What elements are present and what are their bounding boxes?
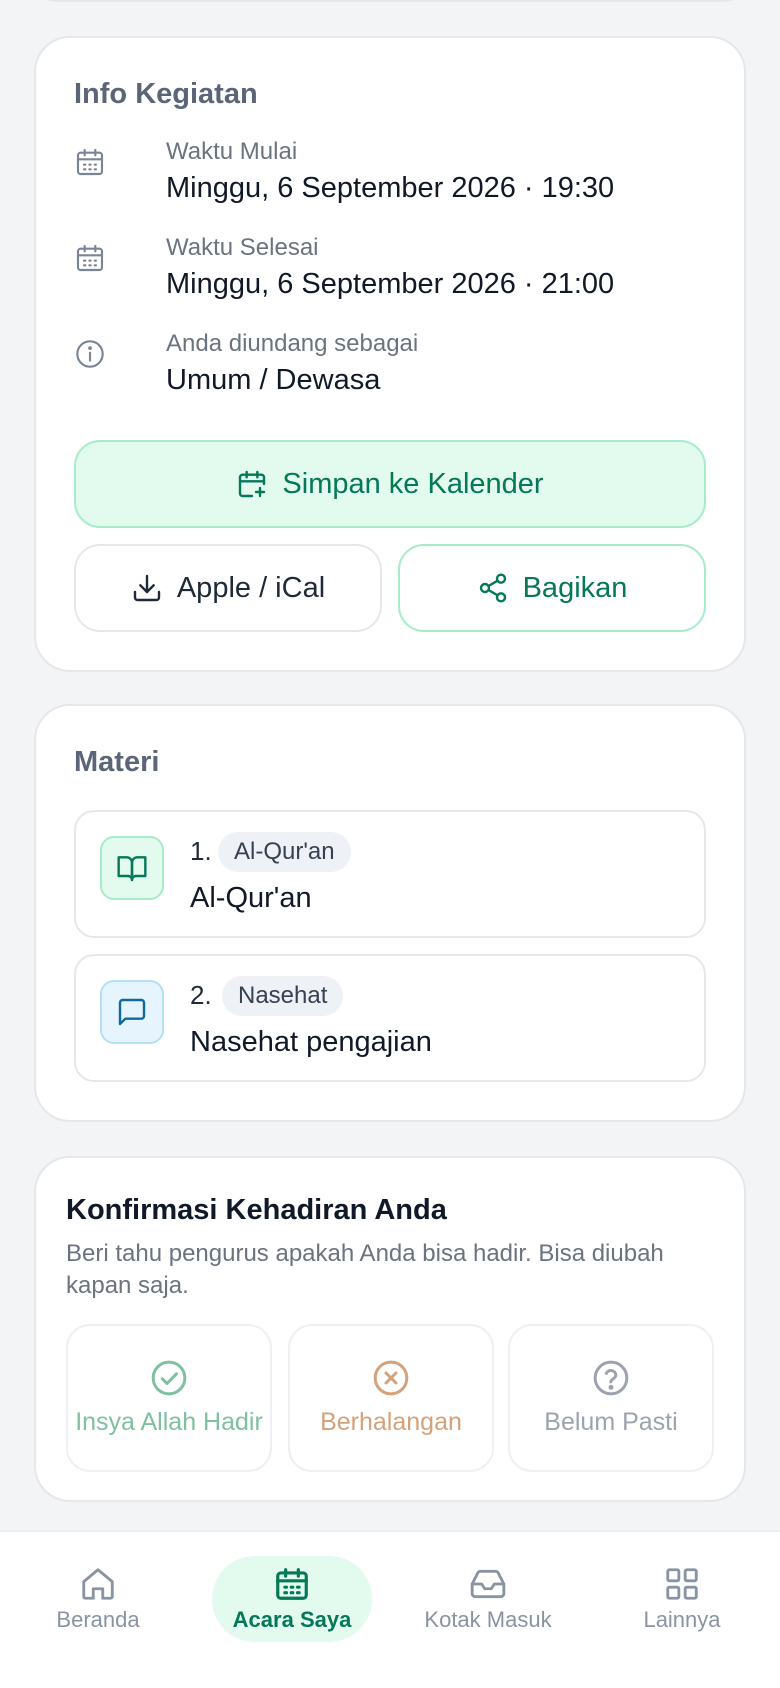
materi-number: 1.	[190, 836, 212, 866]
home-icon	[82, 1568, 114, 1600]
invite-role-value: Umum / Dewasa	[166, 364, 381, 396]
save-to-calendar-label: Simpan ke Kalender	[282, 467, 544, 500]
materi-number: 2.	[190, 980, 212, 1010]
event-info-title: Info Kegiatan	[74, 78, 258, 110]
materi-tag: Al-Qur'an	[218, 832, 351, 872]
book-open-icon	[100, 836, 164, 900]
nav-item-lainnya[interactable]: Lainnya	[602, 1556, 762, 1642]
end-time-value: Minggu, 6 September 2026 · 21:00	[166, 268, 615, 300]
download-icon	[133, 574, 161, 602]
unsure-option-label: Belum Pasti	[544, 1408, 678, 1436]
check-circle-icon	[151, 1360, 187, 1396]
help-circle-icon	[593, 1360, 629, 1396]
nav-item-beranda[interactable]: Beranda	[18, 1556, 178, 1642]
end-time-row: Waktu Selesai Minggu, 6 September 2026 ·…	[74, 234, 714, 314]
materi-tag: Nasehat	[222, 976, 344, 1016]
end-time-label: Waktu Selesai	[166, 234, 319, 261]
attendance-description: Beri tahu pengurus apakah Anda bisa hadi…	[66, 1240, 664, 1299]
nav-label: Kotak Masuk	[424, 1607, 552, 1632]
calendar-icon	[74, 146, 106, 178]
calendar-icon	[276, 1568, 308, 1600]
nav-item-kotak-masuk[interactable]: Kotak Masuk	[408, 1556, 568, 1642]
list-item[interactable]: 1. Al-Qur'an Al-Qur'an	[74, 810, 706, 938]
invite-role-label: Anda diundang sebagai	[166, 330, 419, 357]
absent-option-button[interactable]: Berhalangan	[288, 1324, 494, 1472]
save-to-calendar-button[interactable]: Simpan ke Kalender	[74, 440, 706, 528]
attendance-card: Konfirmasi Kehadiran Anda Beri tahu peng…	[34, 1156, 746, 1502]
attend-option-label: Insya Allah Hadir	[75, 1408, 263, 1436]
invite-role-row: Anda diundang sebagai Umum / Dewasa	[74, 330, 714, 410]
share-label: Bagikan	[522, 571, 628, 604]
absent-option-label: Berhalangan	[320, 1408, 462, 1436]
nav-label: Acara Saya	[232, 1607, 352, 1632]
event-info-card: Info Kegiatan Waktu Mulai Minggu, 6 Sept…	[34, 36, 746, 672]
share-button[interactable]: Bagikan	[398, 544, 706, 632]
message-square-icon	[100, 980, 164, 1044]
previous-card-edge	[34, 0, 746, 2]
materi-card: Materi 1. Al-Qur'an Al-Qur'an 2. Nasehat…	[34, 704, 746, 1122]
materi-item-title: Al-Qur'an	[190, 882, 312, 914]
inbox-icon	[470, 1569, 506, 1599]
apple-ical-button[interactable]: Apple / iCal	[74, 544, 382, 632]
start-time-row: Waktu Mulai Minggu, 6 September 2026 · 1…	[74, 138, 714, 218]
bottom-navigation: Beranda Acara Saya Kotak Masuk Lainnya	[0, 1530, 780, 1688]
unsure-option-button[interactable]: Belum Pasti	[508, 1324, 714, 1472]
apple-ical-label: Apple / iCal	[176, 571, 326, 604]
share-icon	[479, 573, 506, 603]
info-icon	[74, 338, 106, 370]
grid-icon	[666, 1568, 698, 1600]
nav-label: Beranda	[56, 1607, 140, 1632]
attendance-title: Konfirmasi Kehadiran Anda	[66, 1194, 447, 1226]
x-circle-icon	[373, 1360, 409, 1396]
nav-label: Lainnya	[643, 1607, 721, 1632]
calendar-icon	[74, 242, 106, 274]
nav-item-acara-saya[interactable]: Acara Saya	[212, 1556, 372, 1642]
list-item[interactable]: 2. Nasehat Nasehat pengajian	[74, 954, 706, 1082]
materi-title: Materi	[74, 746, 160, 778]
materi-item-title: Nasehat pengajian	[190, 1026, 432, 1058]
attend-option-button[interactable]: Insya Allah Hadir	[66, 1324, 272, 1472]
calendar-plus-icon	[239, 470, 266, 498]
start-time-label: Waktu Mulai	[166, 138, 298, 165]
start-time-value: Minggu, 6 September 2026 · 19:30	[166, 172, 615, 204]
